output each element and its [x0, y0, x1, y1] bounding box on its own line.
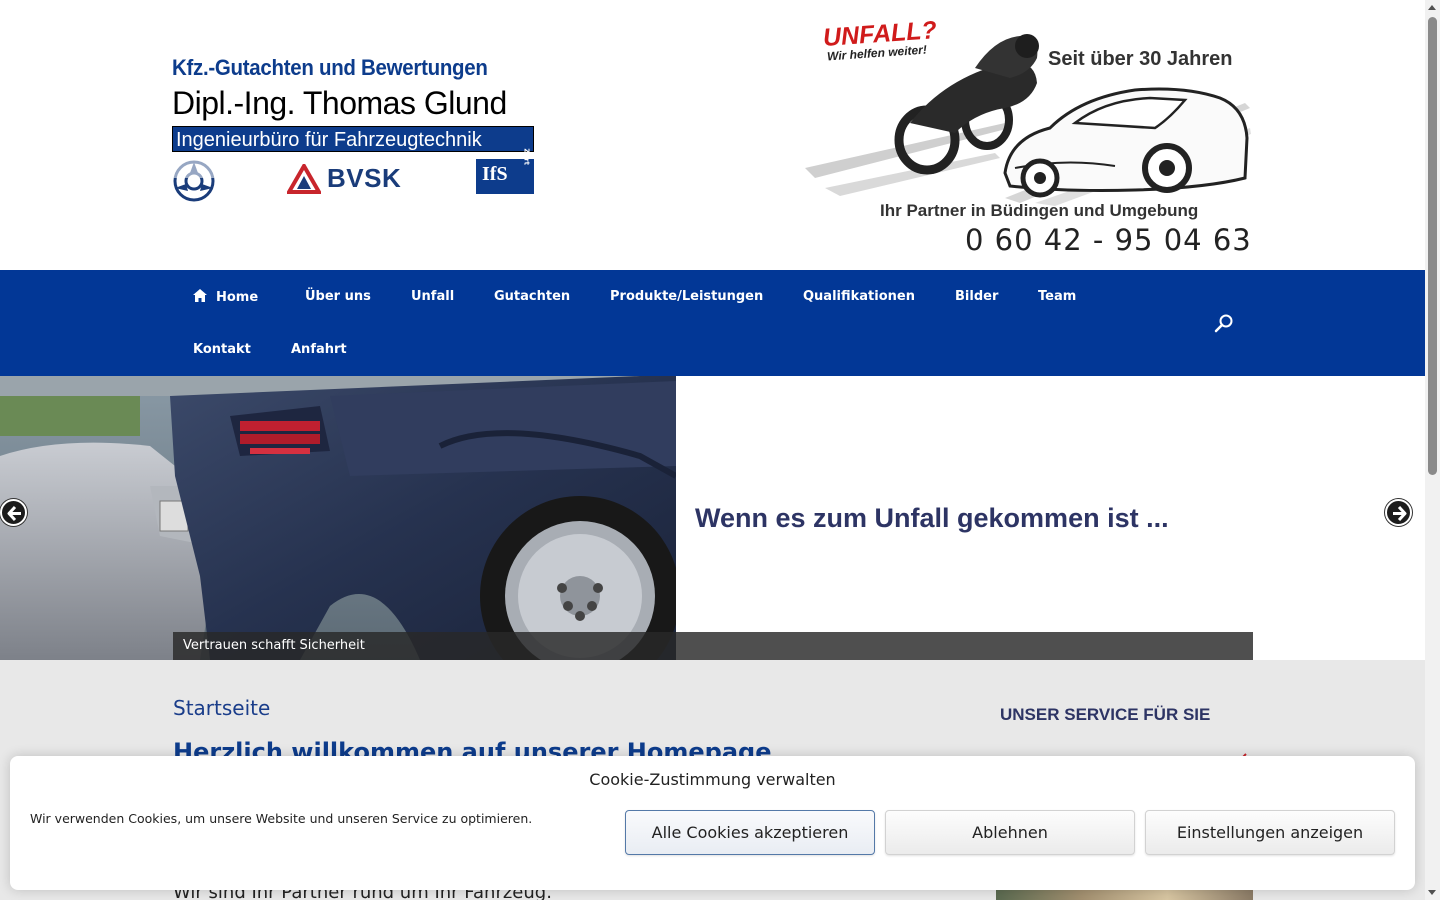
ifs-label: IfS	[482, 163, 508, 185]
slider-prev-button[interactable]	[0, 499, 27, 526]
phone-number[interactable]: 0 60 42 - 95 04 63	[965, 223, 1252, 257]
bvsk-badge: BVSK	[287, 163, 401, 194]
page: Kfz.-Gutachten und Bewertungen Dipl.-Ing…	[0, 0, 1425, 900]
slide-heading: Wenn es zum Unfall gekommen ist ...	[695, 503, 1169, 533]
arrow-right-icon	[1393, 505, 1407, 522]
sidebar-heading: UNSER SERVICE FÜR SIE	[1000, 705, 1211, 724]
bvsk-label: BVSK	[327, 163, 402, 193]
certification-badges: BVSK IfS Zert	[172, 148, 535, 202]
nav-item-bilder[interactable]: Bilder	[955, 289, 998, 304]
logo-subtitle: Ingenieurbüro für Fahrzeugtechnik	[172, 126, 534, 152]
unfall-banner: UNFALL? Wir helfen weiter! Seit über 30 …	[805, 16, 1253, 263]
site-header: Kfz.-Gutachten und Bewertungen Dipl.-Ing…	[0, 0, 1425, 270]
nav-item-kontakt[interactable]: Kontakt	[193, 342, 251, 357]
cookie-title: Cookie-Zustimmung verwalten	[589, 770, 836, 789]
page-scrollbar[interactable]	[1425, 0, 1440, 900]
slider-next-button[interactable]	[1385, 499, 1412, 526]
partner-text: Ihr Partner in Büdingen und Umgebung	[880, 201, 1199, 220]
slide-caption-text: Vertrauen schafft Sicherheit	[183, 638, 365, 653]
experience-text: Seit über 30 Jahren	[1048, 48, 1233, 70]
nav-label-home: Home	[216, 290, 259, 305]
deny-cookies-button[interactable]: Ablehnen	[885, 810, 1135, 855]
nav-item-team[interactable]: Team	[1038, 289, 1076, 304]
breadcrumb: Startseite	[173, 696, 271, 720]
nav-item-qualifikationen[interactable]: Qualifikationen	[803, 289, 915, 304]
nav-item-ueber-uns[interactable]: Über uns	[305, 289, 371, 304]
nav-item-anfahrt[interactable]: Anfahrt	[291, 342, 347, 357]
nav-item-gutachten[interactable]: Gutachten	[494, 289, 570, 304]
wheel-emblem-icon	[173, 160, 215, 202]
ifs-badge: IfS Zert	[476, 148, 534, 194]
cookie-settings-button[interactable]: Einstellungen anzeigen	[1145, 810, 1395, 855]
slide-caption: Vertrauen schafft Sicherheit	[173, 632, 1253, 660]
image-slider: Wenn es zum Unfall gekommen ist ... Vert…	[0, 376, 1425, 660]
search-icon[interactable]	[1213, 313, 1235, 335]
nav-item-produkte[interactable]: Produkte/Leistungen	[610, 289, 763, 304]
accept-all-cookies-button[interactable]: Alle Cookies akzeptieren	[625, 810, 875, 855]
main-navigation: Home Über uns Unfall Gutachten Produkte/…	[0, 270, 1425, 376]
arrow-left-icon	[7, 505, 21, 522]
logo-name: Dipl.-Ing. Thomas Glund	[172, 85, 507, 121]
ifs-zert-label: Zert	[523, 148, 531, 165]
nav-item-unfall[interactable]: Unfall	[411, 289, 454, 304]
cookie-consent-banner: Cookie-Zustimmung verwalten Wir verwende…	[10, 756, 1415, 890]
crashed-cars-photo	[0, 376, 676, 660]
cookie-text: Wir verwenden Cookies, um unsere Website…	[30, 811, 533, 826]
nav-item-home[interactable]: Home	[193, 289, 258, 305]
company-logo[interactable]: Kfz.-Gutachten und Bewertungen Dipl.-Ing…	[172, 55, 535, 202]
scrollbar-thumb[interactable]	[1428, 17, 1437, 475]
bvsk-triangle-icon	[287, 163, 321, 194]
scroll-down-icon[interactable]	[1428, 890, 1436, 895]
home-icon	[193, 289, 207, 302]
scroll-up-icon[interactable]	[1428, 5, 1436, 10]
logo-tagline: Kfz.-Gutachten und Bewertungen	[172, 55, 488, 80]
